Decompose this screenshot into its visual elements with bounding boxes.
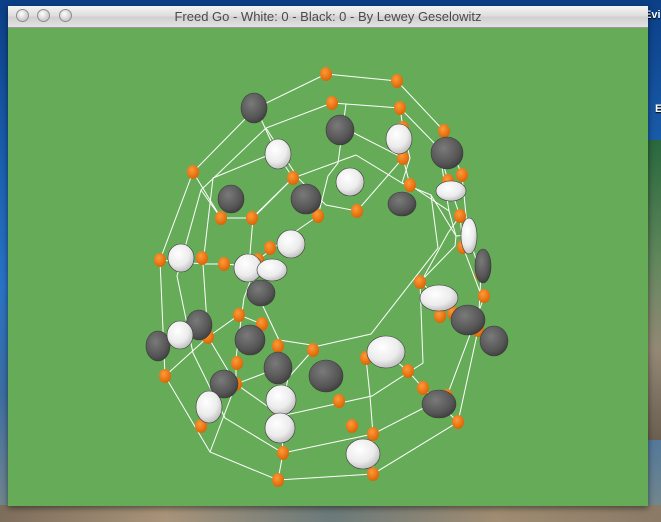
- black-stone[interactable]: [325, 114, 355, 146]
- board-point[interactable]: [351, 204, 363, 218]
- board-point[interactable]: [478, 289, 490, 303]
- black-stone[interactable]: [421, 389, 457, 419]
- board-point[interactable]: [367, 427, 379, 441]
- board-point[interactable]: [272, 339, 284, 353]
- desktop-label: E: [655, 103, 661, 115]
- black-stone[interactable]: [308, 359, 344, 393]
- board-point[interactable]: [231, 356, 243, 370]
- board-point[interactable]: [326, 96, 338, 110]
- black-stone[interactable]: [263, 351, 293, 385]
- board-point[interactable]: [307, 343, 319, 357]
- window-title: Freed Go - White: 0 - Black: 0 - By Lewe…: [174, 9, 482, 24]
- white-stone[interactable]: [366, 335, 406, 369]
- white-stone[interactable]: [345, 438, 381, 470]
- board-point[interactable]: [159, 369, 171, 383]
- board-point[interactable]: [346, 419, 358, 433]
- board-point[interactable]: [391, 74, 403, 88]
- black-stone[interactable]: [479, 325, 509, 357]
- white-stone[interactable]: [264, 138, 292, 170]
- board-point[interactable]: [404, 178, 416, 192]
- white-stone[interactable]: [435, 180, 467, 202]
- black-stone[interactable]: [234, 324, 266, 356]
- desktop-background: [0, 505, 661, 522]
- black-stone[interactable]: [217, 184, 245, 214]
- board-point[interactable]: [414, 275, 426, 289]
- black-stone[interactable]: [450, 304, 486, 336]
- board-point[interactable]: [333, 394, 345, 408]
- board-point[interactable]: [287, 171, 299, 185]
- board-point[interactable]: [272, 473, 284, 487]
- board-point[interactable]: [187, 165, 199, 179]
- board-point[interactable]: [417, 381, 429, 395]
- white-stone[interactable]: [166, 320, 194, 350]
- white-stone[interactable]: [195, 390, 223, 424]
- board-point[interactable]: [218, 257, 230, 271]
- board-point[interactable]: [196, 251, 208, 265]
- white-stone[interactable]: [167, 243, 195, 273]
- board-point[interactable]: [277, 446, 289, 460]
- black-stone[interactable]: [430, 136, 464, 170]
- go-board[interactable]: [8, 28, 648, 506]
- board-point[interactable]: [154, 253, 166, 267]
- board-point[interactable]: [452, 415, 464, 429]
- title-bar[interactable]: Freed Go - White: 0 - Black: 0 - By Lewe…: [8, 6, 648, 28]
- white-stone[interactable]: [264, 412, 296, 444]
- board-point[interactable]: [394, 101, 406, 115]
- board-point[interactable]: [215, 211, 227, 225]
- black-stone[interactable]: [387, 191, 417, 217]
- game-window: Freed Go - White: 0 - Black: 0 - By Lewe…: [8, 6, 648, 506]
- white-stone[interactable]: [256, 258, 288, 282]
- board-point[interactable]: [402, 364, 414, 378]
- black-stone[interactable]: [246, 279, 276, 307]
- black-stone[interactable]: [240, 92, 268, 124]
- white-stone[interactable]: [419, 284, 459, 312]
- black-stone[interactable]: [145, 330, 171, 362]
- black-stone[interactable]: [290, 183, 322, 215]
- black-stone[interactable]: [474, 248, 492, 284]
- intersection-points[interactable]: [154, 67, 490, 487]
- board-point[interactable]: [246, 211, 258, 225]
- board-point[interactable]: [264, 241, 276, 255]
- white-stone[interactable]: [276, 229, 306, 259]
- white-stone[interactable]: [385, 123, 413, 155]
- board-point[interactable]: [367, 467, 379, 481]
- white-stone[interactable]: [460, 217, 478, 255]
- board-point[interactable]: [320, 67, 332, 81]
- board-point[interactable]: [456, 168, 468, 182]
- white-stone[interactable]: [265, 384, 297, 416]
- board-point[interactable]: [454, 209, 466, 223]
- board-point[interactable]: [233, 308, 245, 322]
- white-stone[interactable]: [335, 167, 365, 197]
- stones-layer[interactable]: [145, 92, 509, 470]
- board-point[interactable]: [438, 124, 450, 138]
